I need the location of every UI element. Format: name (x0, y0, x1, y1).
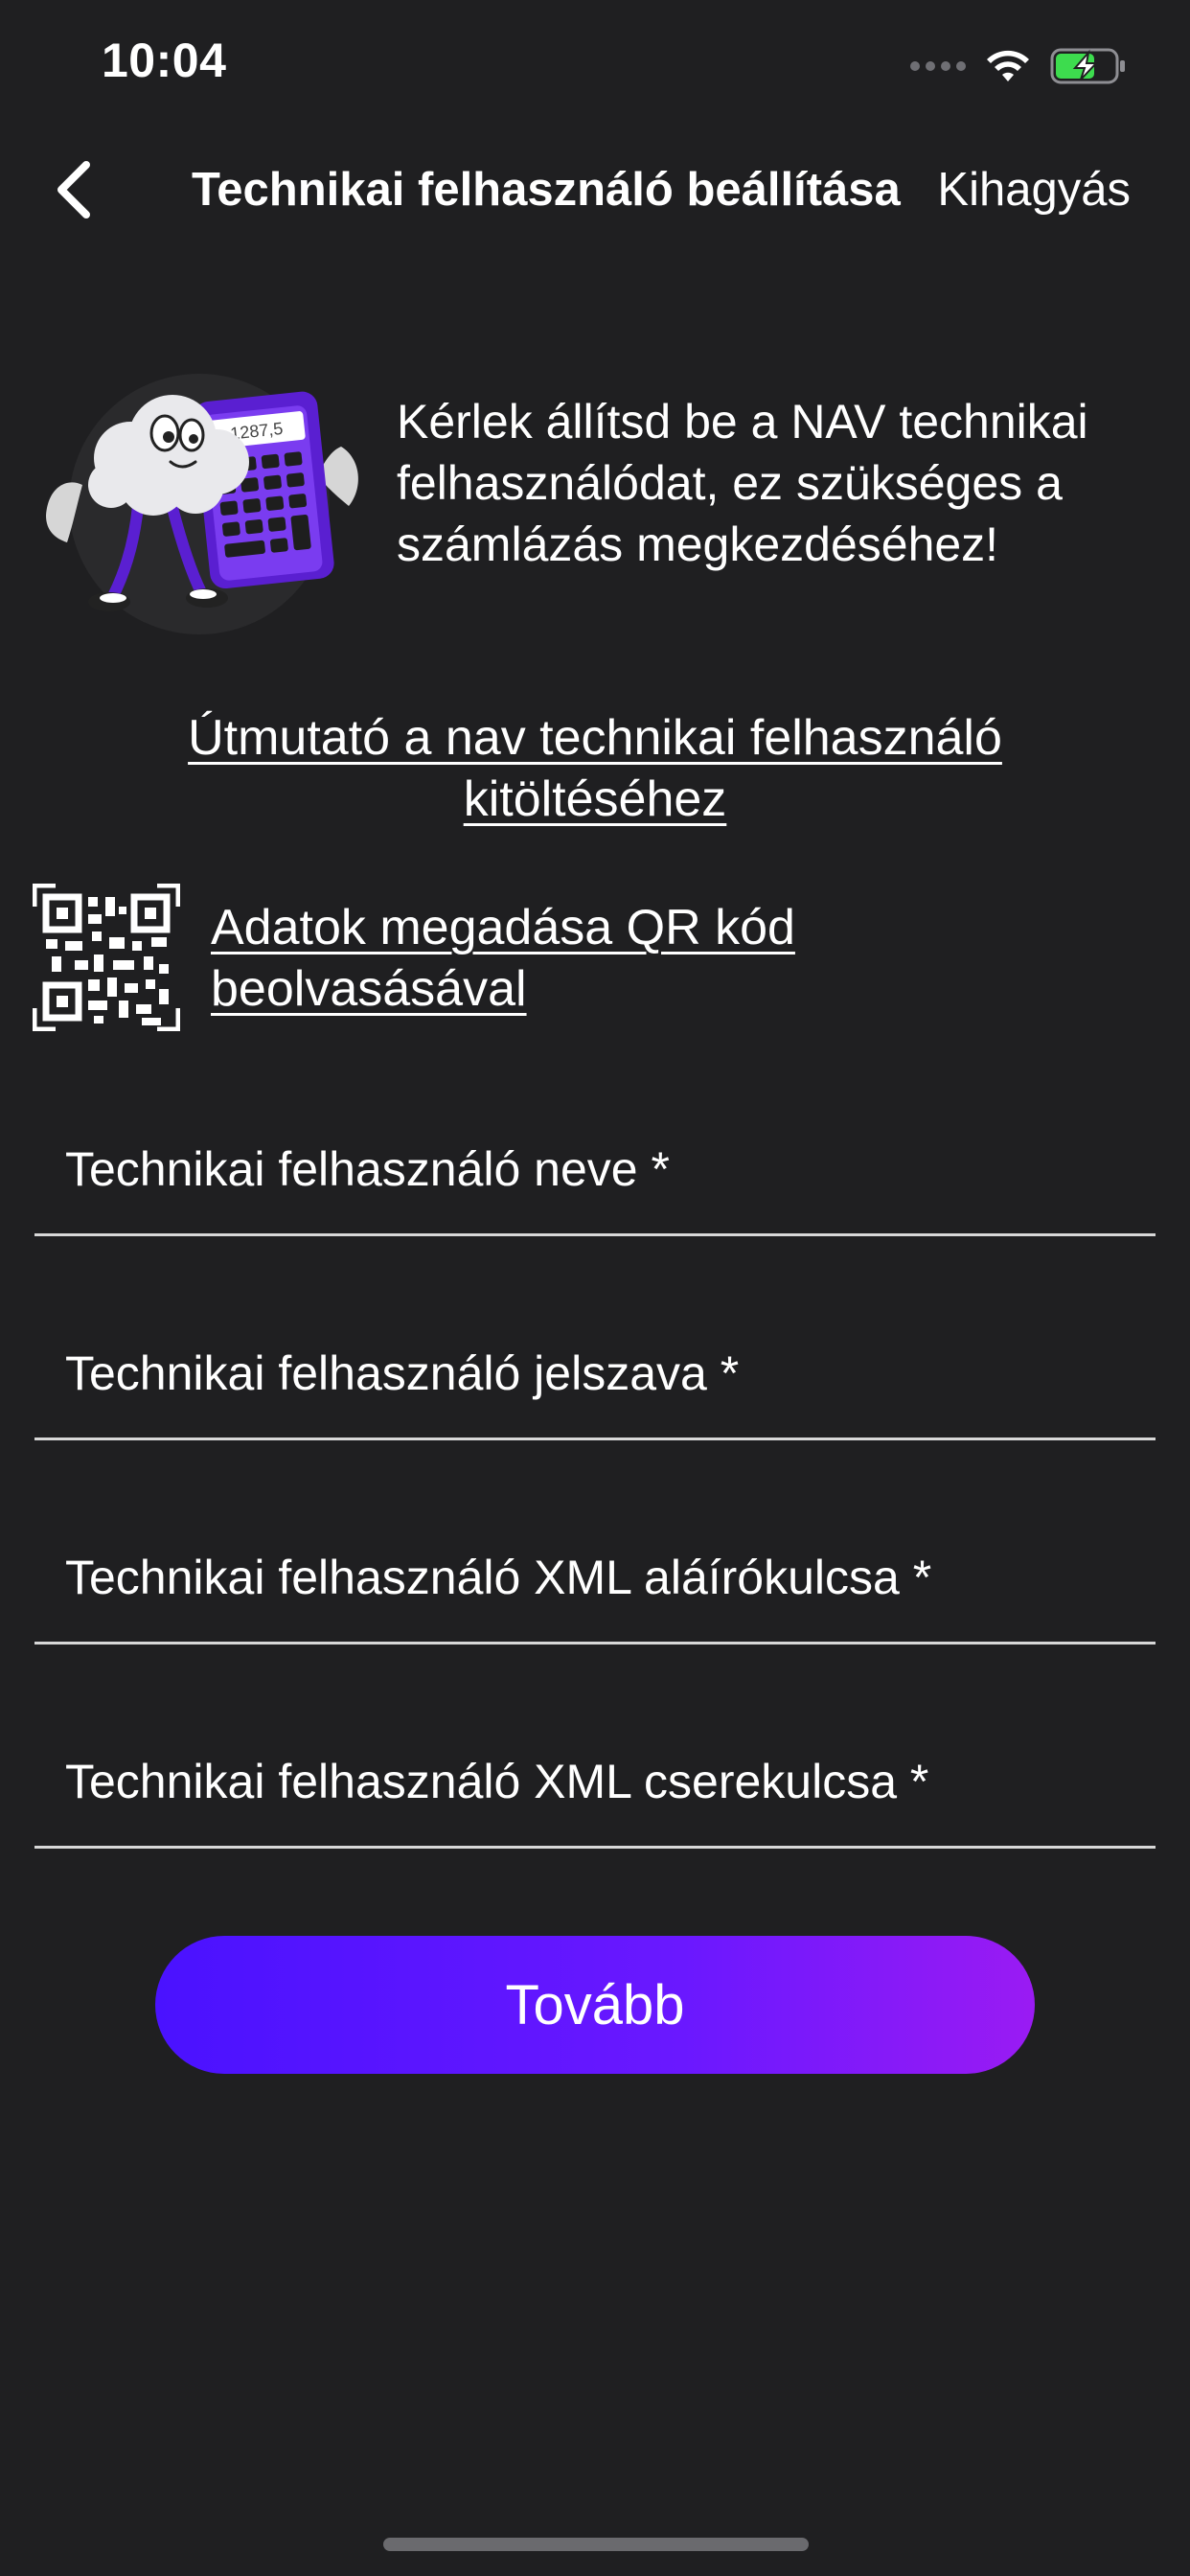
qr-scan-link[interactable]: Adatok megadása QR kód beolvasásával (211, 897, 881, 1020)
screen: 10:04 Technikai felhasználó beállítása K… (0, 0, 1190, 2576)
battery-charging-icon (1050, 48, 1125, 84)
field-label: Technikai felhasználó XML aláírókulcsa * (65, 1551, 932, 1604)
technical-user-password-field[interactable]: Technikai felhasználó jelszava * (34, 1312, 1156, 1440)
field-label: Technikai felhasználó XML cserekulcsa * (65, 1755, 929, 1808)
mascot-illustration: 1287,5 (46, 374, 358, 634)
page-title: Technikai felhasználó beállítása (192, 164, 901, 216)
xml-signing-key-field[interactable]: Technikai felhasználó XML aláírókulcsa * (34, 1516, 1156, 1644)
back-button[interactable] (44, 155, 105, 224)
cellular-signal-icon (910, 61, 966, 71)
guide-link[interactable]: Útmutató a nav technikai felhasználó kit… (134, 707, 1056, 830)
field-label: Technikai felhasználó neve * (65, 1142, 670, 1196)
technical-user-name-field[interactable]: Technikai felhasználó neve * (34, 1108, 1156, 1236)
intro-text: Kérlek állítsd be a NAV technikai felhas… (397, 395, 1088, 571)
xml-exchange-key-field[interactable]: Technikai felhasználó XML cserekulcsa * (34, 1720, 1156, 1849)
wifi-icon (987, 50, 1029, 81)
skip-button[interactable]: Kihagyás (937, 163, 1131, 217)
qr-code-icon[interactable] (33, 884, 180, 1031)
next-button[interactable]: Tovább (155, 1936, 1035, 2074)
status-time: 10:04 (102, 34, 227, 87)
home-indicator[interactable] (383, 2538, 809, 2551)
chevron-left-icon (57, 161, 90, 218)
field-label: Technikai felhasználó jelszava * (65, 1346, 740, 1400)
status-icons (910, 42, 1127, 90)
